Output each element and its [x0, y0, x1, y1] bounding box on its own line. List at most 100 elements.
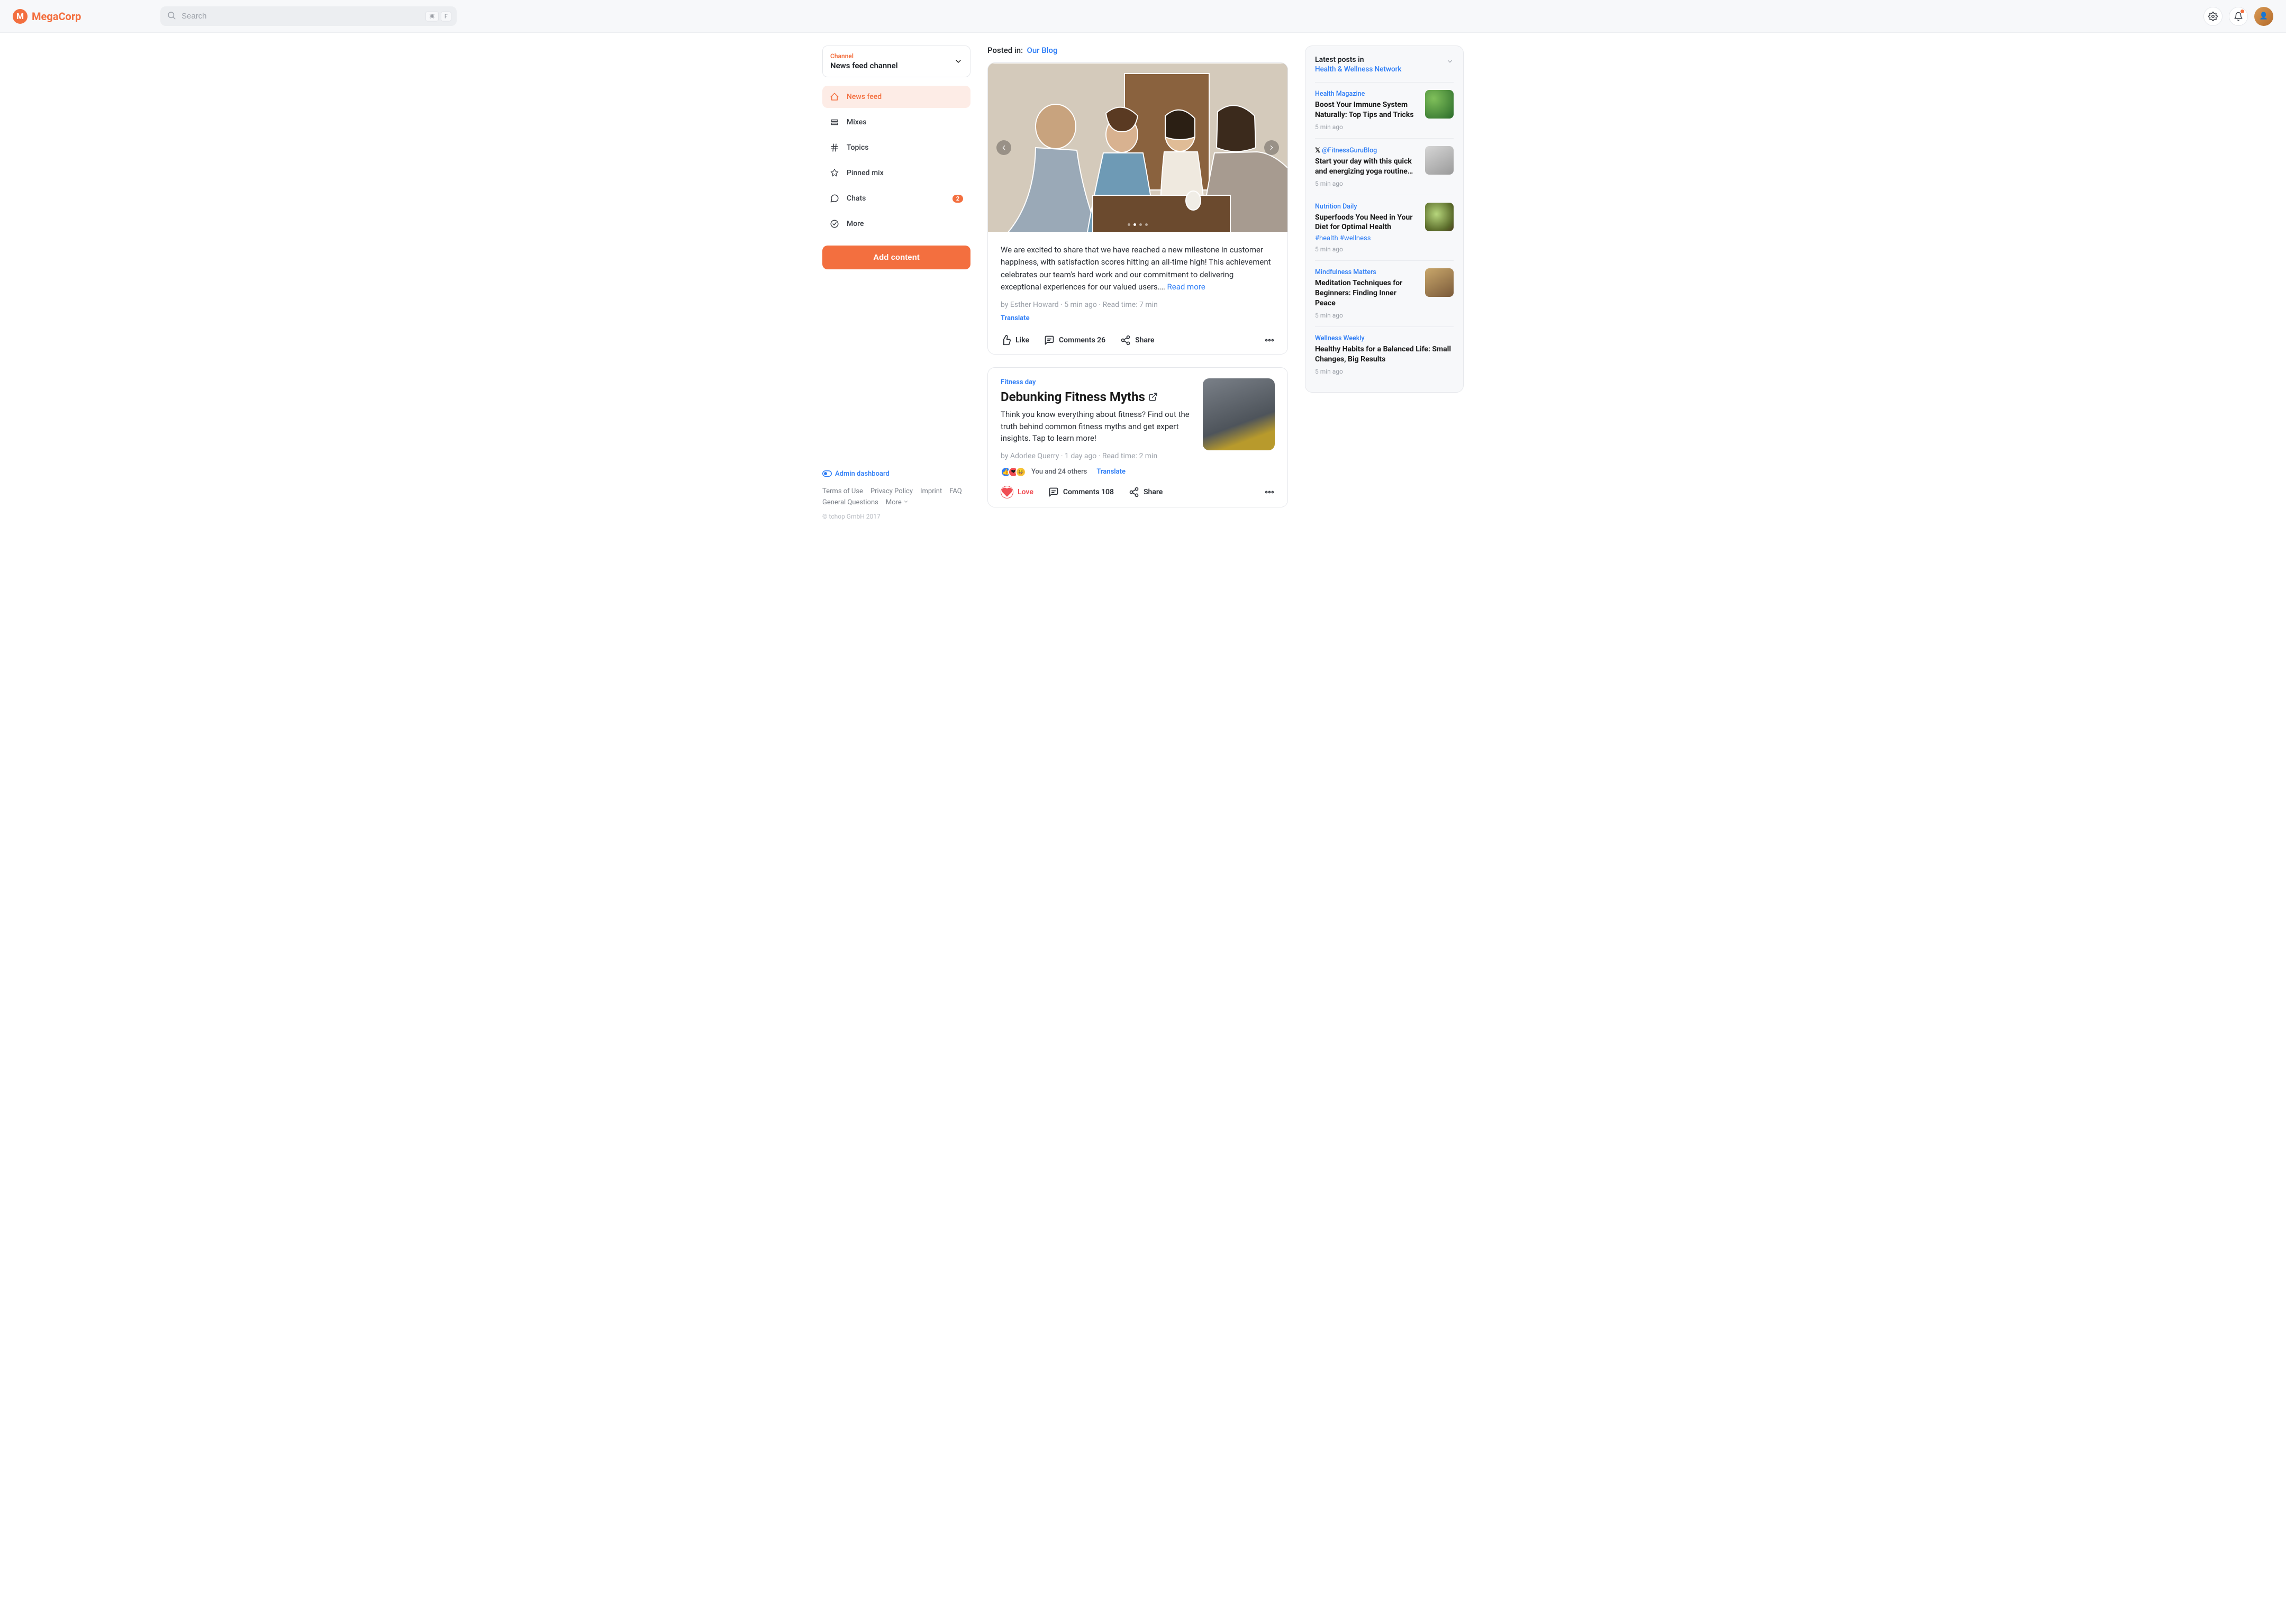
- share-icon: [1129, 487, 1139, 497]
- nav-mixes[interactable]: Mixes: [822, 111, 970, 133]
- reaction-icons: 👍 ❤ 😆: [1001, 467, 1026, 477]
- external-link-icon: [1148, 392, 1158, 402]
- comments-button[interactable]: Comments 108: [1048, 487, 1114, 497]
- love-button[interactable]: Love: [1001, 486, 1033, 498]
- post-meta: by Adorlee Querry · 1 day ago · Read tim…: [1001, 452, 1193, 460]
- settings-button[interactable]: [2203, 7, 2222, 26]
- heart-icon: [1002, 487, 1012, 497]
- post-time: 5 min ago: [1315, 246, 1419, 253]
- footer-link[interactable]: FAQ: [949, 487, 961, 495]
- brand-name: MegaCorp: [32, 10, 81, 23]
- like-button[interactable]: Like: [1001, 335, 1029, 346]
- latest-post-item[interactable]: Mindfulness Matters Meditation Technique…: [1315, 260, 1454, 326]
- topbar: M MegaCorp ⌘F 👤: [0, 0, 2286, 33]
- more-actions-button[interactable]: [1264, 335, 1275, 346]
- search-shortcut: ⌘F: [425, 11, 451, 21]
- brand-mark: M: [13, 9, 28, 24]
- latest-post-item[interactable]: Wellness Weekly Healthy Habits for a Bal…: [1315, 326, 1454, 383]
- latest-posts-panel: Latest posts in Health & Wellness Networ…: [1305, 46, 1464, 393]
- read-more-link[interactable]: Read more: [1167, 282, 1205, 292]
- brand-logo[interactable]: M MegaCorp: [13, 9, 148, 24]
- main-feed: Posted in: Our Blog: [987, 46, 1288, 520]
- latest-post-item[interactable]: @FitnessGuruBlog Start your day with thi…: [1315, 138, 1454, 195]
- footer-link[interactable]: General Questions: [822, 498, 878, 506]
- nav-pinned-mix[interactable]: Pinned mix: [822, 162, 970, 184]
- haha-reaction-icon: 😆: [1015, 467, 1026, 477]
- post-time: 5 min ago: [1315, 368, 1454, 375]
- panel-subtitle: Health & Wellness Network: [1315, 65, 1401, 74]
- share-button[interactable]: Share: [1120, 335, 1154, 346]
- nav-news-feed[interactable]: News feed: [822, 86, 970, 108]
- post-time: 5 min ago: [1315, 312, 1419, 319]
- channel-selector[interactable]: Channel News feed channel: [822, 46, 970, 77]
- footer-link[interactable]: Imprint: [920, 487, 942, 495]
- post-thumbnail: [1203, 378, 1275, 450]
- add-content-button[interactable]: Add content: [822, 246, 970, 269]
- post-source: @FitnessGuruBlog: [1315, 146, 1419, 155]
- sidebar: Channel News feed channel News feed Mixe…: [822, 46, 970, 520]
- post-category[interactable]: Fitness day: [1001, 378, 1193, 386]
- nav-topics[interactable]: Topics: [822, 137, 970, 159]
- post-source: Wellness Weekly: [1315, 334, 1454, 342]
- latest-post-item[interactable]: Nutrition Daily Superfoods You Need in Y…: [1315, 195, 1454, 261]
- ellipsis-icon: [1264, 487, 1275, 497]
- post-tags: #health #wellness: [1315, 234, 1419, 242]
- post-time: 5 min ago: [1315, 123, 1419, 131]
- post-excerpt: Think you know everything about fitness?…: [1001, 409, 1193, 444]
- panel-title: Latest posts in: [1315, 56, 1401, 64]
- post-thumbnail: [1425, 146, 1454, 175]
- admin-dashboard-link[interactable]: Admin dashboard: [822, 470, 970, 478]
- translate-link[interactable]: Translate: [1096, 468, 1126, 476]
- team-illustration: [988, 63, 1287, 232]
- post-actions: Love Comments 108 Share: [988, 477, 1287, 507]
- post-thumbnail: [1425, 90, 1454, 119]
- latest-post-item[interactable]: Health Magazine Boost Your Immune System…: [1315, 82, 1454, 138]
- notification-dot: [2240, 10, 2244, 13]
- posted-in: Posted in: Our Blog: [987, 46, 1288, 55]
- search-icon: [167, 11, 176, 22]
- post-title[interactable]: Debunking Fitness Myths: [1001, 389, 1193, 404]
- nav-more[interactable]: More: [822, 213, 970, 235]
- footer-link[interactable]: Privacy Policy: [870, 487, 913, 495]
- chat-icon: [830, 194, 839, 203]
- search-input[interactable]: [160, 6, 457, 26]
- share-icon: [1120, 335, 1131, 346]
- posted-in-link[interactable]: Our Blog: [1027, 46, 1058, 55]
- post-title: Boost Your Immune System Naturally: Top …: [1315, 100, 1419, 120]
- footer-link[interactable]: Terms of Use: [822, 487, 863, 495]
- topbar-actions: 👤: [2203, 7, 2273, 26]
- chevron-down-icon: [954, 57, 963, 66]
- chevron-down-icon: [1446, 58, 1454, 65]
- toggle-icon: [822, 470, 832, 477]
- user-avatar[interactable]: 👤: [2254, 7, 2273, 26]
- post-source: Mindfulness Matters: [1315, 268, 1419, 276]
- post-time: 5 min ago: [1315, 180, 1419, 187]
- copyright: © tchop GmbH 2017: [822, 513, 970, 520]
- footer-link[interactable]: More: [886, 498, 909, 506]
- translate-link[interactable]: Translate: [1001, 314, 1030, 322]
- nav-chats[interactable]: Chats 2: [822, 187, 970, 210]
- thumbs-up-icon: [1001, 335, 1011, 346]
- post-source: Nutrition Daily: [1315, 203, 1419, 211]
- mixes-icon: [830, 117, 839, 127]
- comments-button[interactable]: Comments 26: [1044, 335, 1105, 346]
- reactions-summary[interactable]: 👍 ❤ 😆 You and 24 others Translate: [988, 460, 1287, 477]
- hash-icon: [830, 143, 839, 152]
- post-title: Healthy Habits for a Balanced Life: Smal…: [1315, 344, 1454, 365]
- comment-icon: [1044, 335, 1055, 346]
- notifications-button[interactable]: [2229, 7, 2248, 26]
- hero-prev-button[interactable]: [996, 140, 1011, 155]
- panel-header[interactable]: Latest posts in Health & Wellness Networ…: [1315, 56, 1454, 74]
- channel-label: Channel: [830, 52, 898, 60]
- footer-links: Terms of Use Privacy Policy Imprint FAQ …: [822, 487, 970, 506]
- share-button[interactable]: Share: [1129, 487, 1163, 497]
- hero-next-button[interactable]: [1264, 140, 1279, 155]
- comment-icon: [1048, 487, 1059, 497]
- more-actions-button[interactable]: [1264, 487, 1275, 497]
- chevron-down-icon: [903, 499, 909, 504]
- post-meta: by Esther Howard · 5 min ago · Read time…: [1001, 301, 1275, 309]
- post-title: Meditation Techniques for Beginners: Fin…: [1315, 278, 1419, 309]
- search-container: ⌘F: [160, 6, 457, 26]
- home-icon: [830, 92, 839, 102]
- ellipsis-icon: [1264, 335, 1275, 346]
